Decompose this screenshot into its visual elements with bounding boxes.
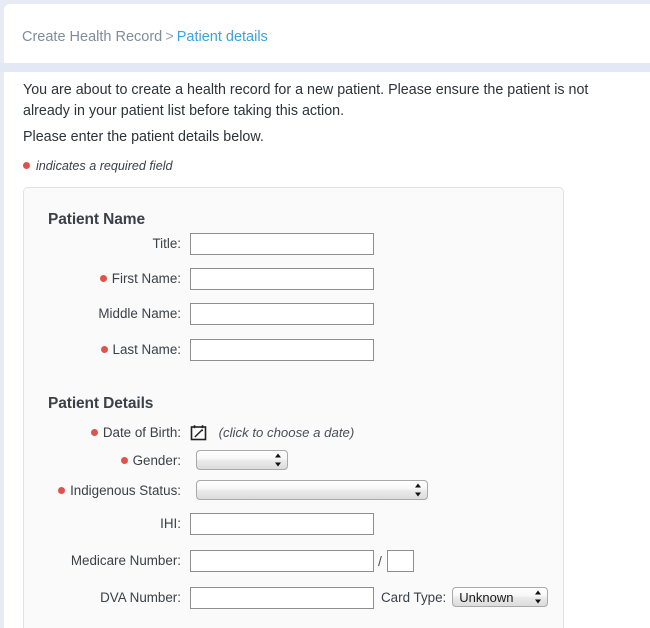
field-row-gender: Gender: MaleFemaleOtherNot stated — [24, 450, 565, 472]
breadcrumb-parent[interactable]: Create Health Record — [22, 29, 162, 45]
label-dva-number-text: DVA Number: — [100, 590, 181, 605]
indigenous-status-select-wrap: Aboriginal but not Torres Strait Islande… — [196, 480, 428, 500]
label-gender-text: Gender: — [132, 453, 181, 468]
field-area-medicare-number: / — [190, 550, 414, 572]
label-first-name-text: First Name: — [111, 271, 181, 286]
field-area-date-of-birth: (click to choose a date) — [190, 422, 354, 443]
gender-select[interactable]: MaleFemaleOtherNot stated — [196, 450, 288, 470]
last-name-input[interactable] — [190, 339, 374, 361]
medicare-number-input[interactable] — [190, 550, 374, 572]
field-row-date-of-birth: Date of Birth: (click to choose a date) — [24, 422, 565, 444]
middle-name-input[interactable] — [190, 303, 374, 325]
label-date-of-birth: Date of Birth: — [24, 422, 181, 444]
field-area-indigenous-status: Aboriginal but not Torres Strait Islande… — [196, 480, 428, 500]
required-marker-icon — [120, 456, 128, 464]
field-area-dva-number: Card Type: UnknownGoldWhiteOrange — [190, 587, 549, 609]
breadcrumb-separator-icon: > — [165, 29, 174, 45]
breadcrumb-current-link[interactable]: Patient details — [177, 29, 268, 45]
required-marker-icon — [58, 486, 66, 494]
indigenous-status-select[interactable]: Aboriginal but not Torres Strait Islande… — [196, 480, 428, 500]
required-marker-icon — [99, 274, 107, 282]
date-picker-hint: (click to choose a date) — [218, 425, 355, 440]
title-input[interactable] — [190, 233, 374, 255]
required-marker-icon — [23, 162, 30, 170]
label-medicare-number: Medicare Number: — [24, 550, 181, 572]
field-area-ihi — [190, 513, 374, 535]
required-field-note: indicates a required field — [23, 158, 173, 174]
label-indigenous-status-text: Indigenous Status: — [70, 483, 181, 498]
label-ihi: IHI: — [24, 513, 181, 535]
gender-select-wrap: MaleFemaleOtherNot stated — [196, 450, 288, 470]
label-medicare-number-text: Medicare Number: — [70, 553, 181, 568]
required-marker-icon — [100, 345, 108, 353]
first-name-input[interactable] — [190, 268, 374, 290]
field-row-first-name: First Name: — [24, 268, 565, 290]
patient-form-panel: Patient Name Title: First Name: Middle N… — [23, 187, 564, 628]
dva-number-input[interactable] — [190, 587, 374, 609]
field-row-indigenous-status: Indigenous Status: Aboriginal but not To… — [24, 480, 565, 502]
medicare-irn-input[interactable] — [386, 550, 414, 572]
label-title: Title: — [24, 233, 181, 255]
content-card: You are about to create a health record … — [4, 72, 650, 628]
page-root: Create Health Record > Patient details You… — [0, 0, 650, 628]
field-row-middle-name: Middle Name: — [24, 303, 565, 325]
label-last-name-text: Last Name: — [112, 342, 181, 357]
card-type-select-wrap: UnknownGoldWhiteOrange — [452, 587, 549, 607]
breadcrumb: Create Health Record > Patient details — [22, 28, 268, 46]
label-indigenous-status: Indigenous Status: — [24, 480, 181, 502]
medicare-separator: / — [378, 553, 382, 569]
required-marker-icon — [90, 428, 98, 436]
field-row-medicare-number: Medicare Number: / — [24, 550, 565, 572]
field-row-last-name: Last Name: — [24, 339, 565, 361]
section-divider — [0, 63, 650, 72]
field-row-dva-number: DVA Number: Card Type: UnknownGoldWhiteOr… — [24, 587, 565, 609]
field-area-middle-name — [190, 303, 374, 325]
label-last-name: Last Name: — [24, 339, 181, 361]
patient-name-section-title: Patient Name — [48, 211, 145, 228]
label-ihi-text: IHI: — [160, 516, 181, 531]
card-type-select[interactable]: UnknownGoldWhiteOrange — [452, 587, 549, 607]
label-date-of-birth-text: Date of Birth: — [102, 425, 181, 440]
label-gender: Gender: — [24, 450, 181, 472]
patient-details-section-title: Patient Details — [48, 395, 154, 412]
intro-paragraph: You are about to create a health record … — [23, 82, 589, 119]
label-title-text: Title: — [152, 236, 181, 251]
field-area-gender: MaleFemaleOtherNot stated — [196, 450, 288, 470]
label-middle-name-text: Middle Name: — [98, 306, 181, 321]
field-row-ihi: IHI: — [24, 513, 565, 535]
calendar-edit-icon[interactable] — [190, 424, 207, 441]
label-middle-name: Middle Name: — [24, 303, 181, 325]
field-row-title: Title: — [24, 233, 565, 255]
instruction-paragraph: Please enter the patient details below. — [23, 129, 264, 145]
label-dva-number: DVA Number: — [24, 587, 181, 609]
field-area-last-name — [190, 339, 374, 361]
label-first-name: First Name: — [24, 268, 181, 290]
field-area-title — [190, 233, 374, 255]
ihi-input[interactable] — [190, 513, 374, 535]
breadcrumb-card: Create Health Record > Patient details — [4, 4, 650, 63]
card-type-label: Card Type: — [381, 590, 447, 605]
field-area-first-name — [190, 268, 374, 290]
required-note-text: indicates a required field — [36, 159, 173, 173]
